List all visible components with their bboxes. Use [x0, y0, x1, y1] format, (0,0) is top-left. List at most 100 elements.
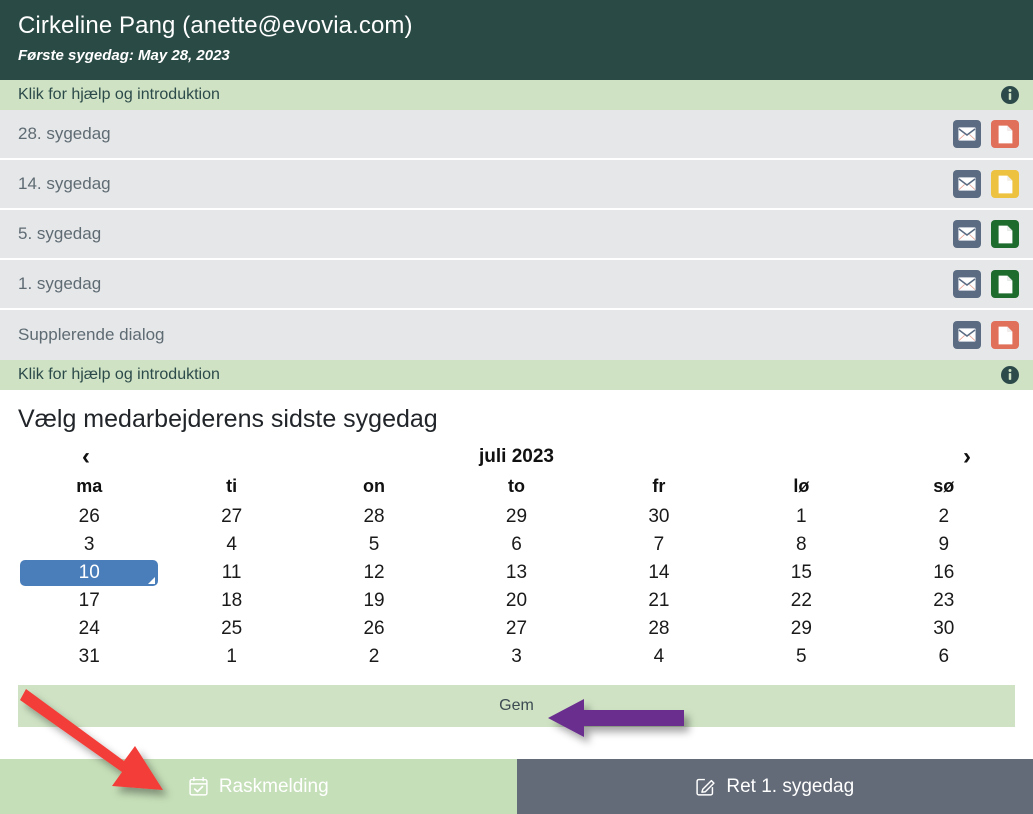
calendar-day-cell[interactable]: 1 [730, 503, 872, 531]
table-row[interactable]: 28. sygedag [0, 110, 1033, 160]
calendar-day-cell[interactable]: 26 [18, 503, 160, 531]
calendar-day-cell[interactable]: 2 [873, 503, 1015, 531]
calendar-day-cell[interactable]: 27 [160, 503, 302, 531]
calendar-nav: ‹ juli 2023 › [18, 442, 1015, 472]
sickday-row-label: 5. sygedag [18, 224, 102, 243]
calendar-day-cell[interactable]: 3 [445, 643, 587, 671]
calendar-day-cell[interactable]: 25 [160, 615, 302, 643]
calendar-week-row: 17 18 19 20 21 22 23 [18, 587, 1015, 615]
calendar-weekday-header: ma ti on to fr lø sø [18, 472, 1015, 503]
calendar-day-cell[interactable]: 16 [873, 559, 1015, 587]
calendar-day-cell[interactable]: 5 [303, 531, 445, 559]
calendar-day-cell[interactable]: 1 [160, 643, 302, 671]
calendar-day-cell[interactable]: 22 [730, 587, 872, 615]
calendar-day-cell[interactable]: 13 [445, 559, 587, 587]
page-title: Cirkeline Pang (anette@evovia.com) [18, 12, 413, 39]
document-icon[interactable] [991, 120, 1019, 148]
calendar-weekday: to [507, 476, 525, 496]
ret-sygedag-button[interactable]: Ret 1. sygedag [516, 759, 1033, 814]
calendar-day-cell[interactable]: 15 [730, 559, 872, 587]
calendar-day-cell[interactable]: 28 [303, 503, 445, 531]
table-row[interactable]: 1. sygedag [0, 260, 1033, 310]
raskmelding-label: Raskmelding [218, 775, 329, 797]
info-circle-icon[interactable] [1001, 366, 1019, 384]
document-icon[interactable] [991, 220, 1019, 248]
ret-sygedag-label: Ret 1. sygedag [726, 775, 855, 797]
sickday-row-label: 1. sygedag [18, 274, 102, 293]
calendar-day-cell[interactable]: 30 [588, 503, 730, 531]
envelope-icon[interactable] [953, 120, 981, 148]
date-picker-title: Vælg medarbejderens sidste sygedag [18, 405, 438, 433]
calendar-weekday: lø [793, 476, 810, 496]
save-button[interactable]: Gem [18, 685, 1015, 727]
document-icon[interactable] [991, 170, 1019, 198]
calendar-day-cell[interactable]: 12 [303, 559, 445, 587]
calendar-day-cell[interactable]: 29 [445, 503, 587, 531]
calendar-weekday: on [363, 476, 386, 496]
calendar-week-row: 31 1 2 3 4 5 6 [18, 643, 1015, 671]
calendar-day-cell[interactable]: 19 [303, 587, 445, 615]
calendar-day-cell[interactable]: 10 [18, 559, 160, 587]
calendar-day-cell[interactable]: 6 [873, 643, 1015, 671]
calendar-weekday: sø [933, 476, 955, 496]
sickday-row-label: 14. sygedag [18, 174, 111, 193]
info-circle-icon[interactable] [1001, 86, 1019, 104]
calendar-day-cell[interactable]: 26 [303, 615, 445, 643]
calendar-day-cell[interactable]: 24 [18, 615, 160, 643]
calendar-day-cell[interactable]: 29 [730, 615, 872, 643]
sickday-row-label: 28. sygedag [18, 124, 111, 143]
calendar-day-cell[interactable]: 21 [588, 587, 730, 615]
row-actions [953, 220, 1019, 248]
calendar-grid: ma ti on to fr lø sø 26 27 28 29 30 1 2 3 4 5 6 7 8 9 10 11 12… [18, 472, 1015, 671]
calendar-day-cell[interactable]: 2 [303, 643, 445, 671]
footer-actions: Raskmelding Ret 1. sygedag [0, 759, 1033, 814]
calendar-week-row: 10 11 12 13 14 15 16 [18, 559, 1015, 587]
row-actions [953, 170, 1019, 198]
calendar-week-row: 24 25 26 27 28 29 30 [18, 615, 1015, 643]
envelope-icon[interactable] [953, 321, 981, 349]
help-bar-top[interactable]: Klik for hjælp og introduktion [0, 80, 1033, 110]
calendar-day-cell[interactable]: 8 [730, 531, 872, 559]
calendar-day-cell[interactable]: 20 [445, 587, 587, 615]
calendar-weekday: ma [76, 476, 103, 496]
calendar-day-cell[interactable]: 5 [730, 643, 872, 671]
calendar-day-cell[interactable]: 11 [160, 559, 302, 587]
row-actions [953, 120, 1019, 148]
calendar-day-cell[interactable]: 4 [588, 643, 730, 671]
envelope-icon[interactable] [953, 220, 981, 248]
calendar-day-cell[interactable]: 9 [873, 531, 1015, 559]
calendar-day-cell[interactable]: 7 [588, 531, 730, 559]
calendar-day-cell[interactable]: 17 [18, 587, 160, 615]
calendar-day-cell[interactable]: 27 [445, 615, 587, 643]
sickday-row-label: Supplerende dialog [18, 325, 165, 344]
table-row[interactable]: 5. sygedag [0, 210, 1033, 260]
calendar-week-row: 3456789 [18, 531, 1015, 559]
calendar-day-cell[interactable]: 30 [873, 615, 1015, 643]
pencil-square-icon [695, 776, 716, 797]
sickday-row-list: 28. sygedag 14. sygedag 5. sygedag 1. syged… [0, 110, 1033, 360]
help-bar-top-label: Klik for hjælp og introduktion [18, 86, 220, 103]
document-icon[interactable] [991, 270, 1019, 298]
help-bar-bottom[interactable]: Klik for hjælp og introduktion [0, 360, 1033, 390]
calendar-day-cell[interactable]: 4 [160, 531, 302, 559]
document-icon[interactable] [991, 321, 1019, 349]
calendar-month-label: juli 2023 [479, 446, 554, 467]
calendar-day-cell[interactable]: 14 [588, 559, 730, 587]
calendar-day-selected[interactable]: 10 [20, 560, 159, 586]
save-button-label: Gem [499, 697, 534, 714]
table-row[interactable]: Supplerende dialog [0, 310, 1033, 360]
table-row[interactable]: 14. sygedag [0, 160, 1033, 210]
calendar-day-cell[interactable]: 3 [18, 531, 160, 559]
envelope-icon[interactable] [953, 170, 981, 198]
raskmelding-button[interactable]: Raskmelding [0, 759, 517, 814]
calendar-weekday: ti [226, 476, 238, 496]
calendar-day-cell[interactable]: 18 [160, 587, 302, 615]
envelope-icon[interactable] [953, 270, 981, 298]
calendar-day-cell[interactable]: 28 [588, 615, 730, 643]
first-sick-day-label: Første sygedag: May 28, 2023 [18, 47, 230, 64]
calendar-day-cell[interactable]: 6 [445, 531, 587, 559]
calendar-day-cell[interactable]: 23 [873, 587, 1015, 615]
page-header: Cirkeline Pang (anette@evovia.com) Først… [0, 0, 1033, 80]
calendar-day-cell[interactable]: 31 [18, 643, 160, 671]
row-actions [953, 270, 1019, 298]
